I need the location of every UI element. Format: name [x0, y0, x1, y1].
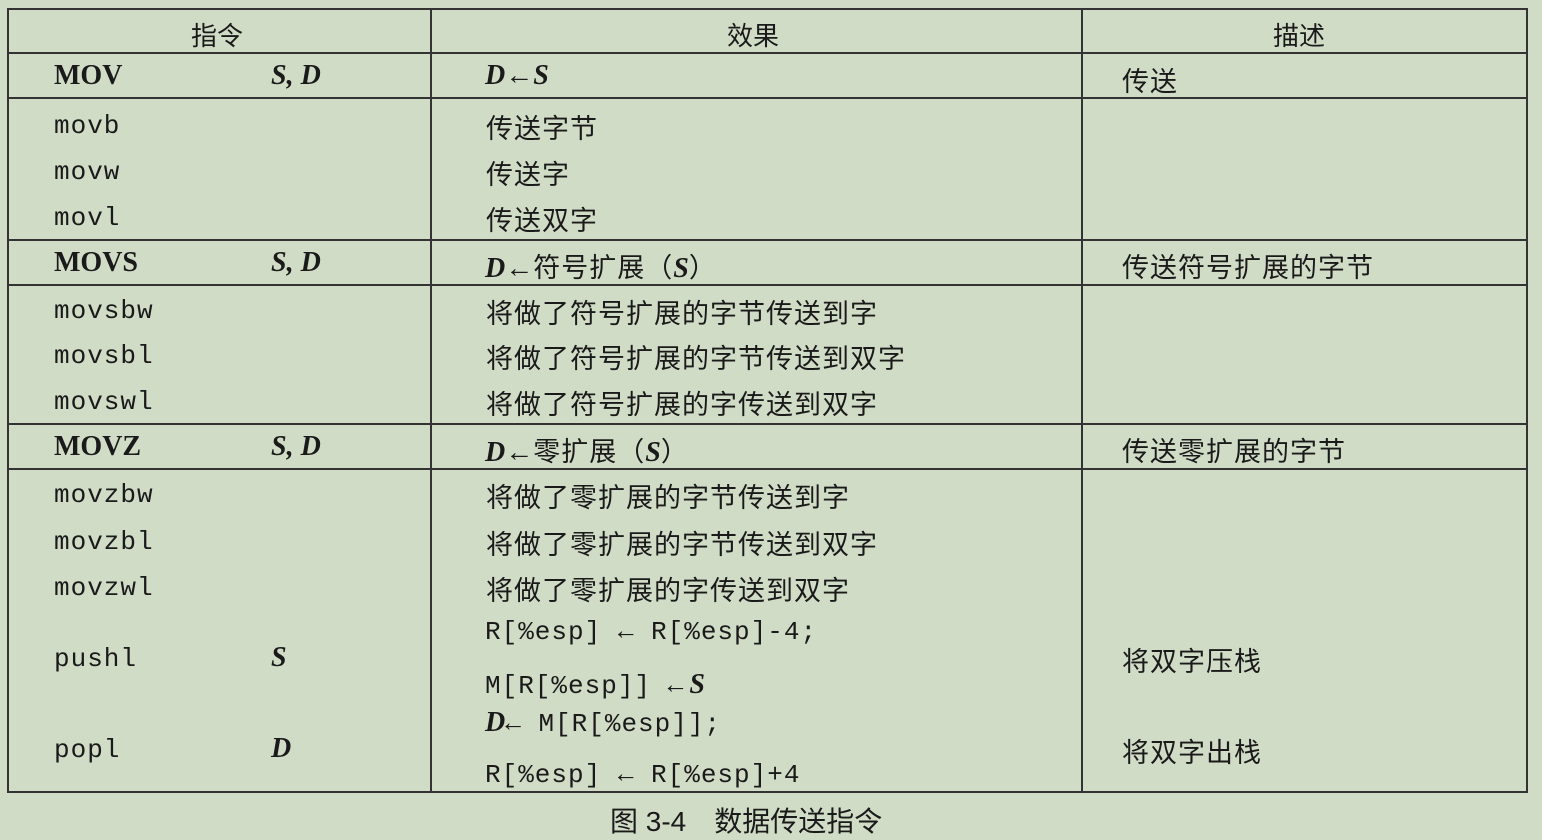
row-divider	[9, 239, 1526, 241]
effect: 将做了零扩展的字传送到双字	[486, 576, 850, 607]
effect: D←S	[485, 60, 549, 91]
operands: S, D	[271, 60, 321, 91]
operands: S, D	[271, 431, 321, 462]
instr-movswl: movswl	[54, 387, 154, 417]
header-instruction: 指令	[191, 22, 244, 52]
effect: 传送字节	[486, 114, 598, 145]
effect: 将做了符号扩展的字传送到双字	[486, 390, 878, 421]
effect-line: M[R[%esp]] ← S	[485, 669, 705, 701]
figure-caption: 图 3-4 数据传送指令	[610, 800, 882, 840]
instr-movzbw: movzbw	[54, 480, 154, 510]
effect-line: R[%esp] ← R[%esp]+4	[485, 760, 801, 790]
column-divider	[1081, 10, 1083, 791]
instr-movsbw: movsbw	[54, 296, 154, 326]
description: 传送零扩展的字节	[1122, 437, 1346, 468]
description: 传送	[1122, 67, 1178, 98]
instr-movw: movw	[54, 157, 121, 187]
effect: 将做了符号扩展的字节传送到字	[486, 299, 878, 330]
header-effect: 效果	[727, 22, 780, 52]
operands: S	[271, 642, 287, 673]
header-description: 描述	[1273, 22, 1326, 52]
instr-class-movz: MOVZ	[54, 431, 142, 462]
effect-line: R[%esp] ← R[%esp]-4;	[485, 617, 818, 647]
instr-movsbl: movsbl	[54, 341, 154, 371]
instr-movzwl: movzwl	[54, 573, 154, 603]
row-divider	[9, 97, 1526, 99]
figure-title: 数据传送指令	[714, 805, 883, 838]
effect: D←符号扩展（S）	[485, 253, 717, 284]
effect: 将做了符号扩展的字节传送到双字	[486, 344, 906, 375]
effect: 传送双字	[486, 206, 598, 237]
instruction-table: 指令 效果 描述 MOV S, D D←S 传送 movb 传送字节 movw …	[7, 8, 1528, 793]
effect-line: D← M[R[%esp]];	[485, 707, 722, 739]
instr-class-movs: MOVS	[54, 247, 138, 278]
column-divider	[430, 10, 432, 791]
description: 将双字压栈	[1122, 647, 1262, 678]
effect: 将做了零扩展的字节传送到字	[486, 483, 850, 514]
description: 传送符号扩展的字节	[1122, 253, 1374, 284]
description: 将双字出栈	[1122, 738, 1262, 769]
instr-class-mov: MOV	[54, 60, 123, 91]
instr-popl: popl	[54, 735, 121, 765]
operands: S, D	[271, 247, 321, 278]
row-divider	[9, 423, 1526, 425]
effect: 将做了零扩展的字节传送到双字	[486, 530, 878, 561]
instr-movzbl: movzbl	[54, 527, 154, 557]
instr-movl: movl	[54, 203, 121, 233]
figure-number: 图 3-4	[610, 806, 687, 837]
effect: D←零扩展（S）	[485, 437, 689, 468]
instr-pushl: pushl	[54, 644, 138, 674]
instr-movb: movb	[54, 111, 121, 141]
effect: 传送字	[486, 160, 570, 191]
operands: D	[271, 733, 292, 764]
